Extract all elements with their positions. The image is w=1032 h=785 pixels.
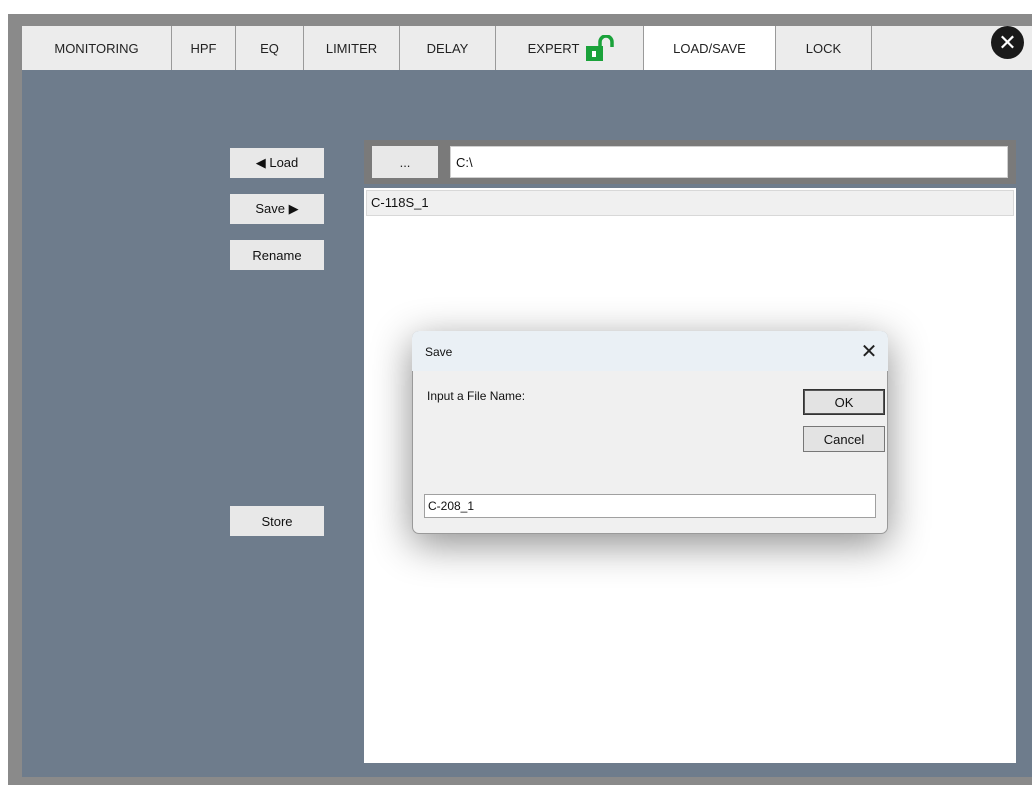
dialog-close-icon[interactable]: ✕	[856, 338, 882, 364]
store-button[interactable]: Store	[230, 506, 324, 536]
tab-label: DELAY	[426, 40, 469, 56]
prompt-label: Input a File Name:	[427, 389, 526, 403]
path-field[interactable]	[450, 146, 1008, 178]
tab-monitoring[interactable]: MONITORING	[22, 26, 172, 70]
cancel-button[interactable]: Cancel	[803, 426, 885, 452]
dialog-title-bar	[412, 331, 888, 371]
tab-limiter[interactable]: LIMITER	[304, 26, 400, 70]
filename-input[interactable]	[424, 494, 876, 518]
tab-label: EQ	[260, 40, 279, 56]
load-button[interactable]: ◀ Load	[230, 148, 324, 178]
app-window: MONITORING HPF EQ LIMITER DELAY EXPERT L…	[0, 0, 1032, 785]
tab-label: LOCK	[805, 40, 842, 56]
tab-expert[interactable]: EXPERT	[496, 26, 644, 70]
tab-delay[interactable]: DELAY	[400, 26, 496, 70]
tab-label: EXPERT	[527, 40, 580, 56]
browse-button[interactable]: ...	[372, 146, 438, 178]
save-button[interactable]: Save ▶	[230, 194, 324, 224]
close-icon[interactable]: ✕	[991, 26, 1024, 59]
rename-button[interactable]: Rename	[230, 240, 324, 270]
dialog-title: Save	[425, 345, 453, 359]
tab-load-save[interactable]: LOAD/SAVE	[644, 26, 776, 70]
tab-hpf[interactable]: HPF	[172, 26, 236, 70]
tab-label: MONITORING	[54, 40, 139, 56]
tab-label: LOAD/SAVE	[673, 40, 746, 56]
unlocked-padlock-icon[interactable]	[585, 34, 615, 61]
tab-label: LIMITER	[325, 40, 378, 56]
list-item[interactable]: C-118S_1	[366, 190, 1014, 216]
tab-lock[interactable]: LOCK	[776, 26, 872, 70]
tab-eq[interactable]: EQ	[236, 26, 304, 70]
tab-label: HPF	[190, 40, 217, 56]
ok-button[interactable]: OK	[803, 389, 885, 415]
